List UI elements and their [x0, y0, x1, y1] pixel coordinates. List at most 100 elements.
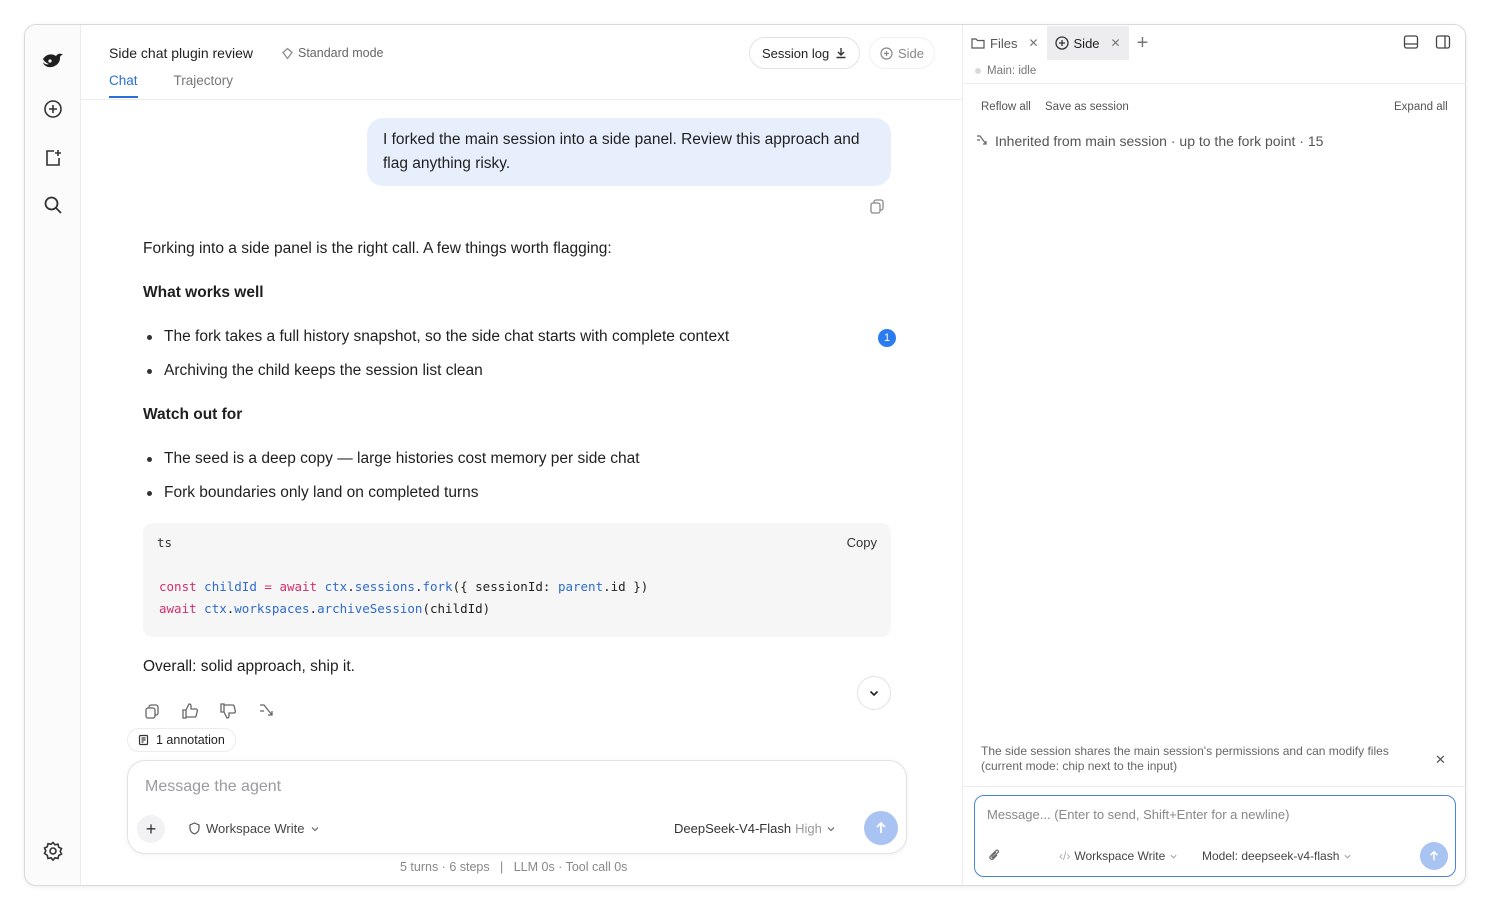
chevron-down-icon — [827, 826, 835, 831]
annotation-chip[interactable]: 1 annotation — [127, 728, 236, 752]
response-heading-works: What works well — [143, 284, 264, 301]
list-item-text: Fork boundaries only land on completed t… — [164, 484, 479, 501]
permission-selector[interactable]: Workspace Write — [188, 821, 320, 836]
effort-label: High — [795, 821, 822, 836]
chevron-down-icon — [1170, 854, 1177, 859]
side-send-button[interactable] — [1420, 842, 1448, 870]
dismiss-notice-button[interactable]: ✕ — [1435, 752, 1446, 768]
side-label: Side — [898, 45, 925, 61]
right-panel-icon[interactable] — [1435, 34, 1451, 50]
copy-icon[interactable] — [143, 702, 161, 720]
response-intro: Forking into a side panel is the right c… — [143, 240, 612, 257]
app-logo-icon[interactable] — [41, 49, 65, 73]
code-icon: ‹/› — [1059, 849, 1071, 863]
user-message: I forked the main session into a side pa… — [367, 118, 891, 186]
list-item: Archiving the child keeps the session li… — [147, 362, 483, 380]
panel-divider — [963, 83, 1465, 84]
download-icon — [836, 48, 846, 59]
list-item-text: The seed is a deep copy — large historie… — [164, 450, 640, 467]
arrow-up-icon — [1430, 850, 1438, 861]
fork-icon — [977, 135, 987, 145]
thumbs-up-icon[interactable] — [181, 702, 199, 720]
add-circle-icon — [880, 46, 893, 60]
annotation-count-badge[interactable]: 1 — [878, 329, 896, 347]
settings-gear-icon[interactable] — [41, 839, 65, 863]
copy-message-icon[interactable] — [868, 197, 886, 215]
side-composer: Message... (Enter to send, Shift+Enter f… — [974, 795, 1456, 877]
mode-indicator: Standard mode — [281, 46, 383, 60]
add-circle-icon — [1054, 36, 1069, 50]
new-session-icon[interactable] — [41, 146, 65, 170]
tab-side-label: Side — [1073, 35, 1100, 51]
session-stats: 5 turns · 6 steps | LLM 0s · Tool call 0… — [400, 860, 628, 874]
code-language: ts — [157, 535, 173, 550]
arrow-up-icon — [876, 821, 886, 833]
model-label: DeepSeek-V4-Flash — [674, 821, 792, 836]
tab-side[interactable]: Side ✕ — [1046, 26, 1129, 60]
reflow-all-button[interactable]: Reflow all — [981, 101, 1031, 113]
list-item-text: The fork takes a full history snapshot, … — [164, 328, 730, 345]
code-block: ts Copy const childId = await ctx.sessio… — [143, 523, 891, 637]
tab-files[interactable]: Files ✕ — [963, 26, 1047, 60]
add-tab-button[interactable]: + — [1137, 32, 1149, 55]
bullet-dot — [147, 334, 152, 340]
main-status: Main: idle — [975, 65, 1036, 77]
new-chat-icon[interactable] — [41, 97, 65, 121]
response-heading-watch: Watch out for — [143, 406, 243, 423]
side-permission-label: Workspace Write — [1074, 849, 1166, 863]
chevron-down-icon — [311, 826, 318, 831]
mode-label: Standard mode — [298, 46, 384, 60]
list-item-text: Archiving the child keeps the session li… — [164, 362, 483, 379]
list-item: The fork takes a full history snapshot, … — [147, 328, 729, 346]
list-item: The seed is a deep copy — large historie… — [147, 450, 640, 468]
left-rail — [25, 25, 81, 885]
inherited-history[interactable]: Inherited from main session · up to the … — [975, 133, 1323, 149]
copy-code-button[interactable]: Copy — [847, 535, 877, 550]
bottom-panel-icon[interactable] — [1403, 34, 1419, 50]
response-conclusion: Overall: solid approach, ship it. — [143, 658, 355, 675]
expand-all-button[interactable]: Expand all — [1394, 101, 1448, 113]
add-attachment-button[interactable]: + — [137, 815, 165, 843]
tab-files-label: Files — [990, 35, 1018, 51]
message-actions — [143, 702, 275, 720]
thumbs-down-icon[interactable] — [219, 702, 237, 720]
session-log-button[interactable]: Session log — [749, 37, 861, 69]
bullet-dot — [147, 456, 152, 462]
close-icon[interactable]: ✕ — [1028, 36, 1038, 50]
side-panel: Files ✕ Side ✕ + Main: idle Reflow all S… — [962, 25, 1465, 885]
panel-tools — [1403, 34, 1451, 50]
plus-icon: + — [145, 818, 157, 839]
model-selector[interactable]: DeepSeek-V4-Flash High — [674, 821, 836, 836]
composer-divider — [963, 786, 1465, 787]
side-message-input[interactable]: Message... (Enter to send, Shift+Enter f… — [987, 807, 1289, 822]
search-icon[interactable] — [41, 193, 65, 217]
app-window: Side chat plugin review Standard mode Se… — [24, 24, 1466, 886]
side-button[interactable]: Side — [869, 37, 936, 69]
send-button[interactable] — [864, 811, 898, 845]
bullet-dot — [147, 368, 152, 374]
status-label: Main: idle — [987, 65, 1037, 77]
annotation-label: 1 annotation — [156, 733, 225, 747]
bullet-dot — [147, 490, 152, 496]
paperclip-icon[interactable] — [987, 848, 1001, 867]
tab-chat[interactable]: Chat — [109, 73, 138, 98]
status-dot — [975, 68, 981, 74]
page-title: Side chat plugin review — [109, 45, 253, 61]
chevron-down-icon — [1344, 854, 1352, 859]
fork-icon[interactable] — [257, 702, 275, 720]
message-input[interactable]: Message the agent — [145, 778, 281, 796]
close-icon[interactable]: ✕ — [1111, 36, 1121, 50]
panel-tabs: Files ✕ Side ✕ + — [963, 25, 1465, 61]
close-icon: ✕ — [1435, 752, 1446, 767]
code-line-1: const childId = await ctx.sessions.fork(… — [159, 579, 649, 594]
mode-icon — [282, 47, 293, 59]
scroll-down-button[interactable] — [857, 676, 891, 710]
tab-trajectory[interactable]: Trajectory — [174, 73, 234, 98]
side-model-selector[interactable]: Model: deepseek-v4-flash — [1202, 849, 1352, 863]
side-permission-selector[interactable]: ‹/› Workspace Write — [1059, 849, 1178, 863]
save-as-session-button[interactable]: Save as session — [1045, 101, 1129, 113]
shield-icon — [189, 822, 200, 835]
permissions-notice: The side session shares the main session… — [981, 744, 1389, 773]
chevron-down-icon — [869, 690, 879, 697]
folder-icon — [971, 38, 985, 49]
